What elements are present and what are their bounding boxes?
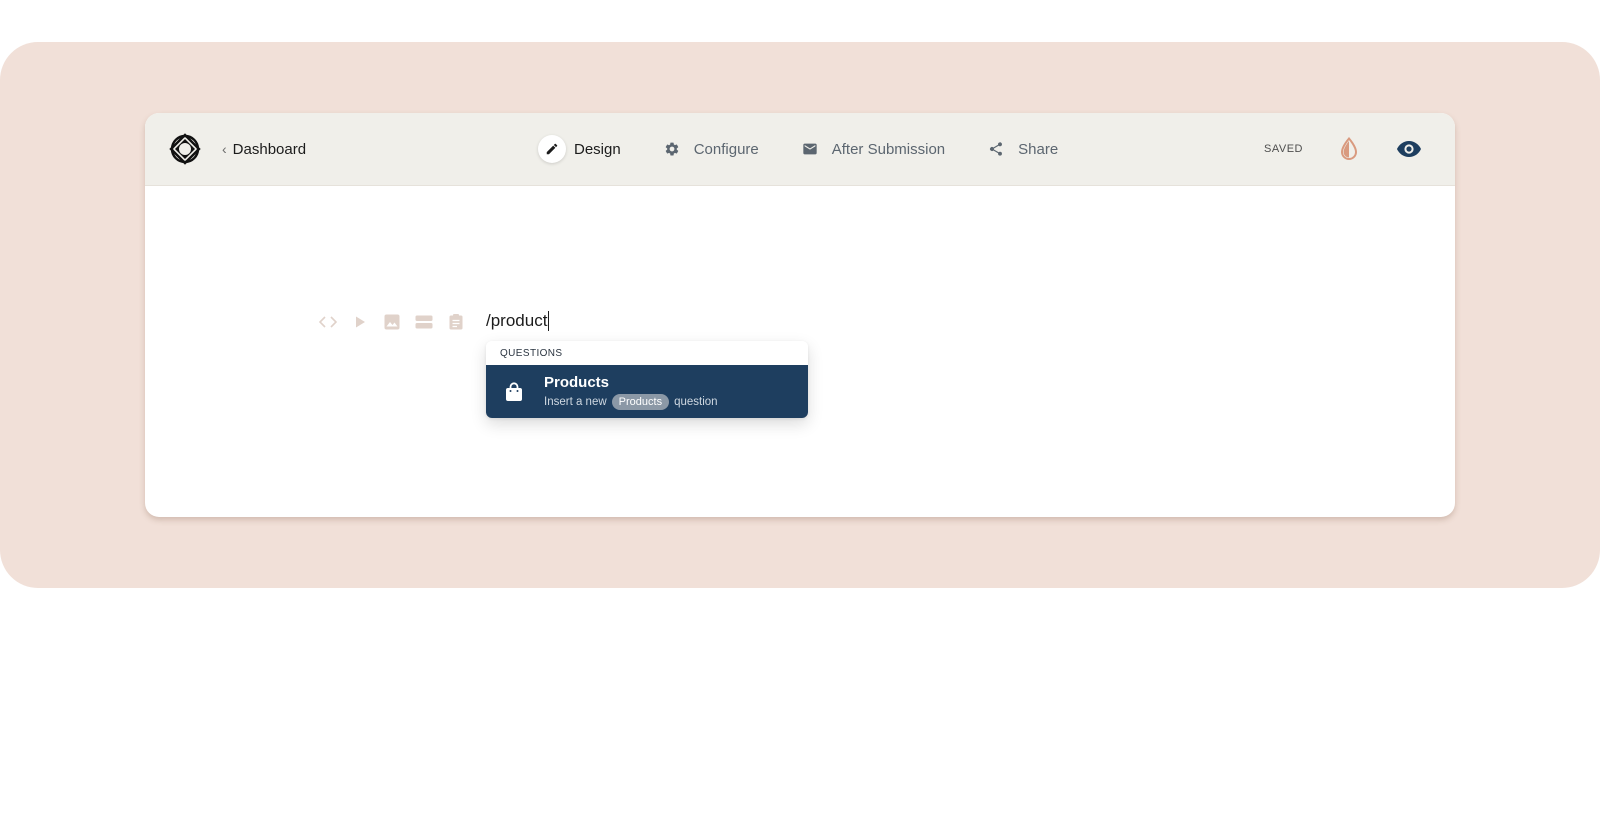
text-caret [548, 311, 550, 331]
app-logo-icon[interactable] [169, 133, 201, 165]
top-bar: ‹ Dashboard Design Configure After Submi… [145, 113, 1455, 186]
theme-button[interactable] [1335, 135, 1363, 163]
share-icon [982, 135, 1010, 163]
editor-text: /product [486, 311, 548, 330]
eye-icon [1397, 141, 1421, 157]
tab-configure[interactable]: Configure [658, 134, 759, 164]
save-status: SAVED [1264, 143, 1303, 155]
tab-share[interactable]: Share [982, 134, 1058, 164]
pencil-icon [538, 135, 566, 163]
tab-design-label: Design [574, 140, 621, 158]
shopping-bag-icon [502, 380, 526, 404]
layout-icon[interactable] [413, 311, 435, 333]
editor-input-line[interactable]: /product [486, 308, 550, 334]
menu-item-description: Insert a new Products question [544, 393, 718, 410]
menu-item-desc-before: Insert a new [544, 395, 607, 408]
tab-after-submission-label: After Submission [831, 140, 946, 158]
block-toolbar [317, 311, 477, 333]
tab-design[interactable]: Design [538, 134, 621, 164]
command-menu: QUESTIONS Products Insert a new Products… [486, 341, 808, 418]
envelope-icon [796, 135, 824, 163]
menu-item-text: Products Insert a new Products question [544, 374, 718, 410]
clipboard-icon[interactable] [445, 311, 467, 333]
menu-item-products[interactable]: Products Insert a new Products question [486, 365, 808, 418]
main-tabs: Design Configure After Submission Share [538, 134, 1095, 164]
back-to-dashboard-link[interactable]: ‹ Dashboard [222, 139, 306, 159]
menu-item-title: Products [544, 373, 610, 391]
tab-share-label: Share [1018, 140, 1059, 158]
image-icon[interactable] [381, 311, 403, 333]
tab-after-submission[interactable]: After Submission [796, 134, 945, 164]
editor-window: ‹ Dashboard Design Configure After Submi… [145, 113, 1455, 517]
chevron-left-icon: ‹ [222, 141, 227, 157]
menu-item-desc-after: question [674, 395, 718, 408]
gear-icon [658, 135, 686, 163]
back-link-label: Dashboard [232, 140, 307, 158]
droplet-icon [1340, 137, 1358, 160]
menu-section-header: QUESTIONS [486, 341, 808, 365]
preview-button[interactable] [1393, 135, 1425, 163]
menu-item-pill: Products [611, 393, 670, 410]
play-icon[interactable] [349, 311, 371, 333]
tab-configure-label: Configure [693, 140, 759, 158]
code-icon[interactable] [317, 311, 339, 333]
